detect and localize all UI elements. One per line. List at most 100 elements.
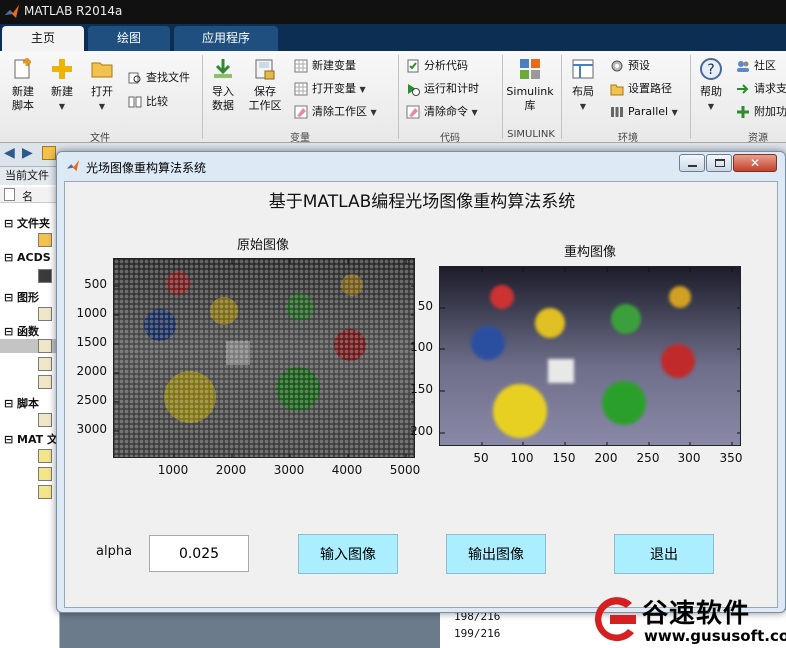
help-button[interactable]: ? 帮助 ▼ (694, 57, 728, 114)
new-variable-button[interactable]: 新建变量 (294, 57, 356, 75)
alpha-label: alpha (96, 544, 133, 559)
reconstructed-image-axes (439, 266, 741, 446)
simulink-library-icon (520, 59, 540, 79)
set-path-button[interactable]: 设置路径 (610, 80, 672, 98)
layout-button[interactable]: 布局 ▼ (566, 57, 600, 114)
grid-plus-icon (294, 59, 308, 73)
close-button[interactable]: ✕ (733, 154, 777, 172)
clear-commands-button[interactable]: 清除命令 ▼ (406, 103, 478, 121)
minimize-button[interactable] (679, 154, 705, 172)
eraser-icon (406, 105, 420, 119)
reconstructed-image (440, 267, 740, 445)
input-image-button[interactable]: 输入图像 (298, 534, 398, 574)
preferences-button[interactable]: 预设 (610, 57, 650, 75)
minimize-icon (688, 165, 697, 167)
code-group-label: 代码 (440, 133, 460, 144)
y-tick-label: 500 (84, 277, 107, 291)
tab-plots[interactable]: 绘图 (88, 26, 170, 51)
save-workspace-icon (255, 59, 275, 80)
chevron-down-icon: ▼ (58, 102, 66, 111)
tab-apps[interactable]: 应用程序 (174, 26, 278, 51)
watermark-url: www.gususoft.com (644, 627, 786, 645)
save-workspace-button[interactable]: 保存 工作区 (244, 57, 286, 113)
community-button[interactable]: 社区 (736, 57, 776, 75)
y-tick-label: 50 (417, 299, 433, 313)
add-ons-button[interactable]: 附加功 (736, 103, 786, 121)
simulink-library-button[interactable]: Simulink 库 (504, 57, 556, 113)
tree-node-folder[interactable]: ⊟ 文件夹 (4, 215, 50, 231)
x-tick-label: 300 (677, 451, 701, 465)
figure-window: 光场图像重构算法系统 ✕ 基于MATLAB编程光场图像重构算法系统 原始图像 重… (56, 151, 786, 613)
tree-node-mat[interactable]: ⊟ MAT 文 (4, 431, 58, 447)
tree-node-acds[interactable]: ⊟ ACDS (4, 251, 51, 264)
name-column-header[interactable]: 名 (22, 188, 33, 204)
simulink-group-label: SIMULINK (507, 129, 555, 140)
environment-group-label: 环境 (618, 133, 638, 144)
folder-icon[interactable] (38, 233, 52, 247)
column-header-row: 名 (0, 187, 60, 203)
request-support-button[interactable]: 请求支 (736, 80, 786, 98)
tree-node-functions[interactable]: ⊟ 函数 (4, 323, 39, 339)
analyze-code-button[interactable]: 分析代码 (406, 57, 468, 75)
x-tick-label: 3000 (273, 463, 305, 477)
exit-button[interactable]: 退出 (614, 534, 714, 574)
matlab-title-bar: MATLAB R2014a (0, 0, 786, 24)
grid-icon (294, 82, 308, 96)
alpha-input[interactable] (149, 535, 249, 572)
folder-icon (91, 62, 113, 78)
open-variable-button[interactable]: 打开变量 ▼ (294, 80, 366, 98)
chevron-down-icon: ▼ (471, 108, 478, 117)
back-icon[interactable]: ◀ (4, 145, 15, 161)
open-button[interactable]: 打开 ▼ (84, 57, 120, 114)
m-file-icon[interactable] (38, 357, 52, 371)
original-light-field-image (114, 259, 414, 457)
find-files-button[interactable]: 查找文件 (128, 69, 190, 87)
m-file-icon[interactable] (38, 375, 52, 389)
parallel-icon (611, 107, 623, 117)
import-data-button[interactable]: 导入 数据 (206, 57, 240, 113)
svg-text:?: ? (707, 62, 714, 78)
maximize-icon (715, 159, 725, 167)
x-tick-label: 5000 (389, 463, 421, 477)
clear-workspace-button[interactable]: 清除工作区 ▼ (294, 103, 377, 121)
m-file-icon[interactable] (38, 413, 52, 427)
y-tick-label: 3000 (76, 422, 107, 436)
file-icon (4, 188, 15, 201)
ribbon-divider (202, 55, 203, 139)
new-button[interactable]: 新建 ▼ (44, 57, 80, 114)
m-file-icon[interactable] (38, 339, 52, 353)
tab-home[interactable]: 主页 (2, 26, 84, 51)
jpg-file-icon[interactable] (38, 269, 52, 283)
compare-button[interactable]: 比较 (128, 93, 168, 111)
ribbon-tab-bar: 主页 绘图 应用程序 (0, 24, 786, 51)
help-icon: ? (700, 58, 722, 80)
variable-group-label: 变量 (290, 133, 310, 144)
tree-node-figures[interactable]: ⊟ 图形 (4, 289, 39, 305)
mat-file-icon[interactable] (38, 485, 52, 499)
chevron-down-icon: ▼ (98, 102, 106, 111)
run-and-time-button[interactable]: 运行和计时 (406, 80, 479, 98)
fig-file-icon[interactable] (38, 307, 52, 321)
figure-title-bar[interactable]: 光场图像重构算法系统 ✕ (57, 152, 785, 180)
parallel-button[interactable]: Parallel ▼ (610, 103, 678, 121)
mat-file-icon[interactable] (38, 467, 52, 481)
plus-icon (737, 106, 749, 118)
figure-window-title: 光场图像重构算法系统 (86, 161, 207, 175)
new-script-icon (14, 58, 31, 79)
folder-icon[interactable] (42, 146, 56, 160)
output-image-button[interactable]: 输出图像 (446, 534, 546, 574)
mat-file-icon[interactable] (38, 449, 52, 463)
resources-group-label: 资源 (748, 133, 768, 144)
arrow-right-icon (737, 84, 749, 94)
y-tick-label: 100 (410, 340, 433, 354)
tree-node-scripts[interactable]: ⊟ 脚本 (4, 395, 39, 411)
current-folder-panel: 当前文件 名 ⊟ 文件夹 ⊟ ACDS ⊟ 图形 ⊟ 函数 ⊟ 脚本 ⊟ MAT… (0, 167, 60, 648)
maximize-button[interactable] (706, 154, 732, 172)
new-script-button[interactable]: 新建 脚本 (6, 57, 40, 113)
check-doc-icon (407, 59, 419, 73)
chevron-down-icon: ▼ (707, 102, 715, 111)
forward-icon[interactable]: ▶ (22, 145, 33, 161)
x-tick-label: 50 (473, 451, 489, 465)
ribbon-divider (690, 55, 691, 139)
close-icon: ✕ (749, 156, 761, 170)
